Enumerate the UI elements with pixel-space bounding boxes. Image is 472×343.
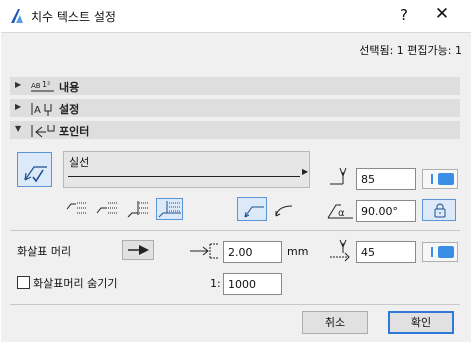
window-title: 치수 텍스트 설정 <box>31 10 116 24</box>
svg-text:α: α <box>338 208 345 219</box>
selection-info: 선택됨: 1 편집가능: 1 <box>359 44 462 57</box>
attach-first-line-icon[interactable] <box>64 199 88 219</box>
pointer-icon <box>28 121 58 139</box>
pointer-pen-color-swatch[interactable] <box>422 169 458 189</box>
expand-arrow-icon: ▶ <box>15 80 22 89</box>
arrowhead-type-button[interactable] <box>122 240 154 260</box>
separator <box>10 304 460 305</box>
arrow-pen-color-swatch[interactable] <box>422 242 458 262</box>
title-bar: 치수 텍스트 설정 ? ✕ <box>0 0 472 32</box>
arrow-size-icon <box>188 240 220 262</box>
help-button[interactable]: ? <box>398 6 410 24</box>
collapse-arrow-icon: ▼ <box>15 124 22 133</box>
pointer-type-button[interactable] <box>17 152 52 187</box>
cancel-button[interactable]: 취소 <box>302 311 368 334</box>
section-settings[interactable]: ▶ A 설정 <box>10 99 460 117</box>
filled-arrow-icon <box>128 245 149 255</box>
section-label: 포인터 <box>59 125 90 138</box>
pointer-angle-input[interactable]: 90.00° <box>356 200 416 222</box>
section-label: 내용 <box>59 81 80 94</box>
svg-text:AB: AB <box>31 82 41 90</box>
pointer-pen-input[interactable]: 85 <box>356 168 416 190</box>
dropdown-arrow-icon: ▶ <box>302 167 309 176</box>
line-type-label: 실선 <box>69 156 90 169</box>
line-type-select[interactable]: 실선 ▶ <box>63 151 310 188</box>
expand-arrow-icon: ▶ <box>15 102 22 111</box>
attach-last-line-icon[interactable] <box>126 199 150 219</box>
hide-arrowhead-label[interactable]: 화살표머리 숨기기 <box>33 275 117 291</box>
hide-arrowhead-checkbox[interactable] <box>17 276 30 289</box>
attach-underline-icon[interactable] <box>156 198 183 220</box>
angle-icon: α <box>325 199 355 221</box>
arrow-size-input[interactable]: 2.00 <box>223 241 282 263</box>
close-button[interactable]: ✕ <box>434 4 450 24</box>
scale-prefix: 1: <box>210 277 221 290</box>
attach-middle-line-icon[interactable] <box>95 199 119 219</box>
arrow-pen-icon <box>329 239 353 263</box>
angle-lock-button[interactable] <box>422 199 456 221</box>
arrowhead-label: 화살표 머리 <box>17 245 72 258</box>
svg-text:1²: 1² <box>42 80 50 89</box>
section-label: 설정 <box>59 103 80 116</box>
pointer-curved-icon[interactable] <box>270 197 298 221</box>
app-logo-icon <box>9 8 25 24</box>
arrow-size-unit: mm <box>287 245 309 258</box>
lock-icon <box>434 203 446 218</box>
section-content[interactable]: ▶ AB 1² 내용 <box>10 77 460 95</box>
text-settings-icon: A <box>28 99 58 117</box>
pointer-straight-icon <box>244 206 264 218</box>
svg-text:A: A <box>34 105 41 116</box>
pen-icon <box>329 166 353 188</box>
text-content-icon: AB 1² <box>28 77 58 95</box>
pointer-angled-icon <box>24 166 47 183</box>
section-pointer[interactable]: ▼ 포인터 <box>10 121 460 139</box>
line-preview <box>68 176 300 177</box>
scale-input[interactable]: 1000 <box>223 273 282 295</box>
separator <box>10 230 460 231</box>
arrow-pen-input[interactable]: 45 <box>356 241 416 263</box>
pointer-straight-button[interactable] <box>237 197 267 221</box>
ok-button[interactable]: 확인 <box>388 311 454 334</box>
